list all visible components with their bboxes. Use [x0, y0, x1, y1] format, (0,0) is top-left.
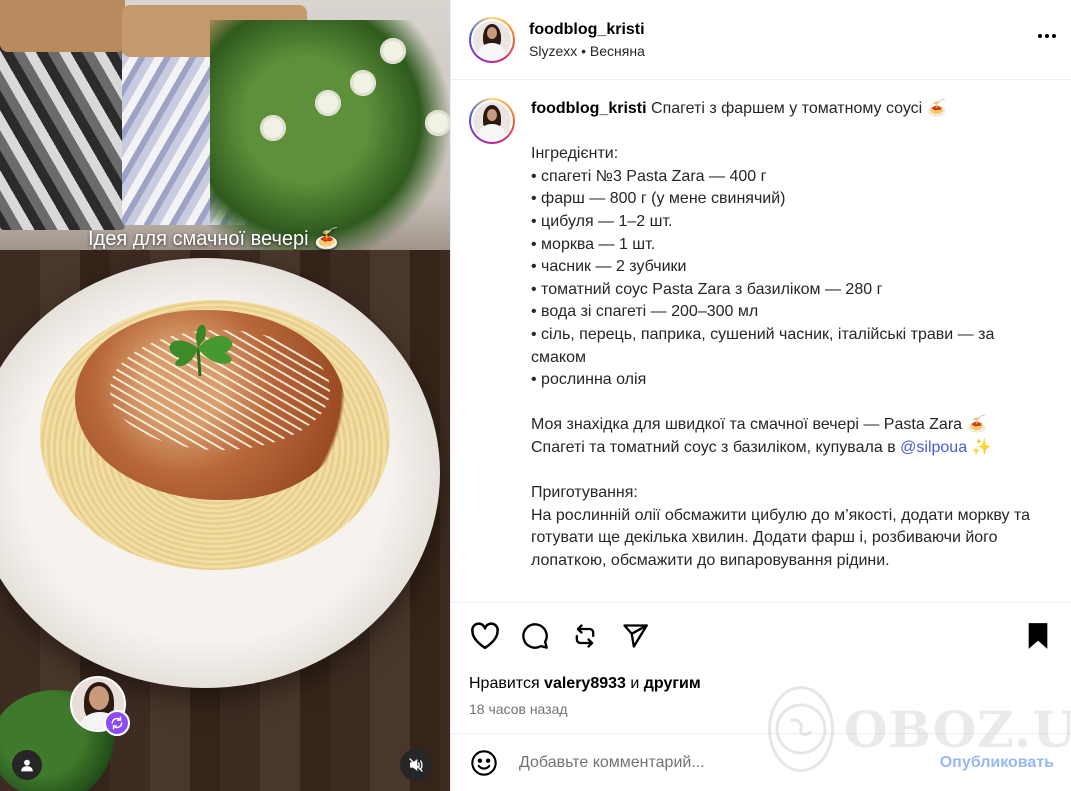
- post-header: foodblog_kristi Slyzexx • Весняна: [451, 0, 1071, 80]
- parsley-garnish: [169, 324, 233, 377]
- find-line-suffix: ✨: [967, 438, 992, 456]
- caption-text: foodblog_kristi Спагеті з фаршем у томат…: [531, 98, 1051, 602]
- caption-area: foodblog_kristi Спагеті з фаршем у томат…: [451, 80, 1071, 602]
- flower: [350, 70, 376, 96]
- speaker-muted-icon: [409, 758, 423, 772]
- flower: [380, 38, 406, 64]
- repost-arrows-icon: [575, 624, 595, 648]
- post-media[interactable]: Ідея для смачної вечері 🍝: [0, 0, 450, 791]
- canister-lid-left: [0, 0, 125, 52]
- repost-button[interactable]: [569, 620, 601, 652]
- user-tag-button[interactable]: [12, 750, 42, 780]
- ingredient-item: • вода зі спагеті — 200–300 мл: [531, 303, 759, 321]
- likes-others-link[interactable]: другим: [644, 675, 701, 692]
- more-dots-icon: [1038, 34, 1056, 38]
- ingredient-item: • спагеті №3 Pasta Zara — 400 г: [531, 167, 767, 185]
- ingredient-item: • часник — 2 зубчики: [531, 258, 687, 276]
- caption-avatar[interactable]: [469, 98, 515, 144]
- likes-summary: Нравится valery8933 и другим: [469, 675, 1054, 693]
- header-username[interactable]: foodblog_kristi: [529, 21, 645, 39]
- post-panel: foodblog_kristi Slyzexx • Весняна foodbl…: [450, 0, 1071, 791]
- ingredient-item: • рослинна олія: [531, 371, 647, 389]
- profile-avatar[interactable]: [469, 16, 515, 63]
- ingredient-item: • томатний соус Pasta Zara з базиліком —…: [531, 280, 883, 298]
- like-button[interactable]: [469, 620, 501, 652]
- comment-button[interactable]: [519, 620, 551, 652]
- emoji-button[interactable]: [469, 748, 499, 778]
- prep-heading: Приготування:: [531, 484, 638, 502]
- find-line: Моя знахідка для швидкої та смачної вече…: [531, 416, 987, 434]
- ingredient-item: • фарш — 800 г (у мене свинячий): [531, 190, 786, 208]
- ingredient-item: • цибуля — 1–2 шт.: [531, 212, 673, 230]
- post-actions: Нравится valery8933 и другим 18 часов на…: [451, 602, 1071, 717]
- likes-prefix: Нравится: [469, 675, 545, 692]
- caption-username[interactable]: foodblog_kristi: [531, 100, 647, 117]
- ingredient-item: • сіль, перець, паприка, сушений часник,…: [531, 325, 995, 366]
- comment-bubble-icon: [522, 623, 548, 649]
- person-icon: [21, 759, 33, 772]
- ingredients-heading: Інгредієнти:: [531, 145, 619, 163]
- more-options-button[interactable]: [1035, 24, 1059, 48]
- ingredient-item: • морква — 1 шт.: [531, 235, 656, 253]
- caption-title: Спагеті з фаршем у томатному соусі 🍝: [651, 100, 947, 117]
- emoji-smile-icon: [471, 749, 497, 776]
- comment-input[interactable]: [519, 753, 940, 772]
- audio-label[interactable]: Slyzexx • Весняна: [529, 43, 645, 59]
- bookmark-icon: [1028, 623, 1048, 649]
- find-line-prefix: Спагеті та томатний соус з базиліком, ку…: [531, 438, 901, 456]
- flower: [425, 110, 450, 136]
- save-button[interactable]: [1022, 620, 1054, 652]
- media-overlay-text: Ідея для смачної вечері 🍝: [88, 228, 340, 250]
- mention-link[interactable]: @silpoua: [900, 439, 967, 456]
- repost-icon: [104, 710, 130, 736]
- post-timestamp[interactable]: 18 часов назад: [469, 701, 1054, 717]
- publish-button[interactable]: Опубликовать: [940, 754, 1054, 772]
- paper-plane-icon: [623, 624, 648, 648]
- comment-bar: Опубликовать: [451, 733, 1071, 791]
- liker-username[interactable]: valery8933: [544, 675, 626, 692]
- flower: [315, 90, 341, 116]
- heart-icon: [471, 622, 499, 650]
- likes-conjunction: и: [625, 675, 644, 692]
- prep-text: На рослинній олії обсмажити цибулю до м’…: [531, 506, 1031, 569]
- share-button[interactable]: [619, 620, 651, 652]
- flower: [260, 115, 286, 141]
- mute-button[interactable]: [400, 749, 432, 781]
